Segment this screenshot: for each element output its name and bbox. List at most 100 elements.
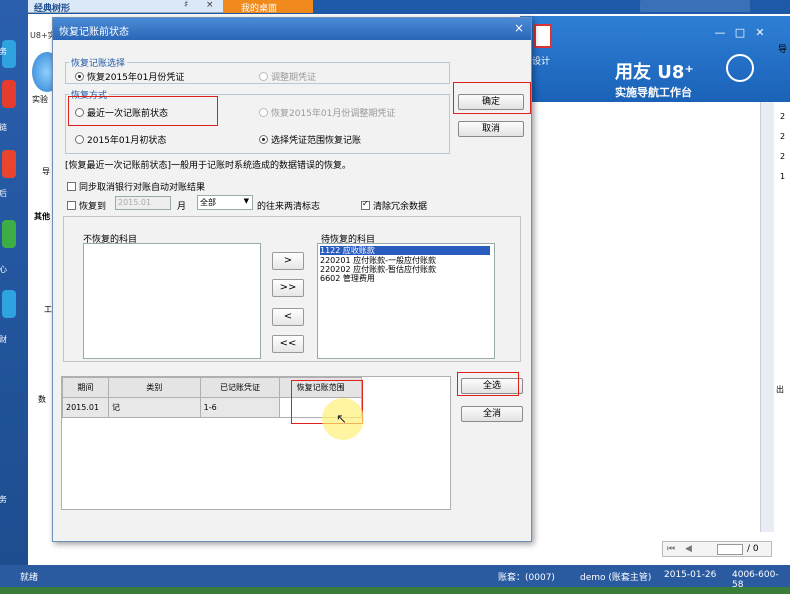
restore-scope-select[interactable]: 全部 ▼ xyxy=(197,195,253,210)
brand-subtitle: 实施导航工作台 xyxy=(615,86,692,99)
radio-voucher-range[interactable]: 选择凭证范围恢复记账 xyxy=(259,133,361,146)
col-period[interactable]: 期间 xyxy=(62,377,109,398)
right-scrollbar[interactable] xyxy=(760,102,774,532)
left-char: 心 xyxy=(0,265,7,274)
status-ready: 就绪 xyxy=(20,573,39,583)
design-label: 设计 xyxy=(532,57,551,67)
pending-subjects-list[interactable]: 1122 应收账款 220201 应付账款-一般应付账款 220202 应付账款… xyxy=(317,243,495,359)
cancel-button[interactable]: 取消 xyxy=(458,121,524,137)
left-char: 后 xyxy=(0,189,7,198)
pager: ⏮ ◀ / 0 xyxy=(662,541,772,557)
col-posted[interactable]: 已记账凭证 xyxy=(199,377,281,398)
move-all-left-button[interactable]: << xyxy=(272,335,304,353)
status-bar: 就绪 账套：(0007) demo (账套主管) 2015-01-26 4006… xyxy=(0,565,790,590)
radio-label: 恢复2015年01月份调整期凭证 xyxy=(271,109,396,119)
list-item[interactable]: 6602 管理费用 xyxy=(320,274,375,283)
highlight-box-ok xyxy=(453,82,531,114)
left-char: 务 xyxy=(0,495,7,504)
cell-period: 2015.01 xyxy=(62,397,109,418)
page-input[interactable] xyxy=(717,544,743,555)
design-icon xyxy=(534,24,552,48)
excluded-subjects-list[interactable] xyxy=(83,243,261,359)
restore-dialog: 恢复记账前状态 × 恢复记账选择 恢复2015年01月份凭证 调整期凭证 恢复方… xyxy=(52,17,532,542)
checkbox-label: 清除冗余数据 xyxy=(373,202,428,212)
first-page-icon[interactable]: ⏮ xyxy=(667,544,675,554)
experiment-label: 实验 xyxy=(32,95,48,104)
chk-restore-to[interactable]: 恢复到 xyxy=(67,199,106,212)
cell-posted: 1-6 xyxy=(199,397,281,418)
brand-title: 用友 U8⁺ xyxy=(615,62,694,83)
left-char: 务 xyxy=(0,47,7,56)
status-account: 账套：(0007) xyxy=(498,573,555,583)
tree-tab-label: 经典树形 xyxy=(34,4,71,14)
list-item[interactable]: 220202 应付账款-暂估应付账款 xyxy=(320,265,436,274)
right-char: 出 xyxy=(776,385,784,394)
move-one-left-button[interactable]: < xyxy=(272,308,304,326)
dialog-title-bar: 恢复记账前状态 xyxy=(53,18,531,40)
restore-suffix: 的往来两清标志 xyxy=(257,202,321,212)
desktop-tab-label: 我的桌面 xyxy=(241,4,278,14)
radio-dot xyxy=(259,135,268,144)
right-char: 2 xyxy=(780,152,786,161)
radio-month-start[interactable]: 2015年01月初状态 xyxy=(75,133,166,146)
left-nav-panel: 务 链 后 心 财 务 xyxy=(0,0,28,565)
chk-sync-bank[interactable]: 同步取消银行对账自动对账结果 xyxy=(67,180,205,193)
maximize-icon[interactable]: □ xyxy=(730,26,750,40)
chevron-down-icon: ▼ xyxy=(243,197,249,205)
radio-label: 2015年01月初状态 xyxy=(87,136,167,146)
month-unit: 月 xyxy=(177,202,187,212)
app-icon-4[interactable] xyxy=(2,220,16,248)
radio-dot xyxy=(75,135,84,144)
radio-label: 选择凭证范围恢复记账 xyxy=(271,136,362,146)
checkbox-label: 恢复到 xyxy=(79,202,107,212)
desktop-tab[interactable]: 我的桌面 xyxy=(223,0,313,14)
tree-tab[interactable]: 经典树形 ♯ × xyxy=(28,0,223,14)
radio-adjust-voucher[interactable]: 恢复2015年01月份调整期凭证 xyxy=(259,106,395,119)
list-item[interactable]: 220201 应付账款-一般应付账款 xyxy=(320,256,436,265)
move-one-right-button[interactable]: > xyxy=(272,252,304,270)
minimize-icon[interactable]: — xyxy=(710,26,730,40)
status-user: demo (账套主管) xyxy=(580,573,652,583)
radio-restore-period[interactable]: 恢复2015年01月份凭证 xyxy=(75,70,184,83)
radio-dot xyxy=(75,72,84,81)
tool-icon xyxy=(726,54,754,82)
pin-icon[interactable]: ♯ xyxy=(184,0,188,10)
right-char: 1 xyxy=(780,172,786,181)
restore-scope-value: 全部 xyxy=(200,198,216,207)
highlight-box-select-all xyxy=(457,372,519,396)
app-icon-3[interactable] xyxy=(2,150,16,178)
deselect-all-button[interactable]: 全消 xyxy=(461,406,523,422)
right-char: 2 xyxy=(780,132,786,141)
side-label: 其他 xyxy=(34,212,50,221)
app-icon-5[interactable] xyxy=(2,290,16,318)
app-icon-2[interactable] xyxy=(2,80,16,108)
radio-adjust-period[interactable]: 调整期凭证 xyxy=(259,70,316,83)
checkbox-box xyxy=(361,199,370,210)
prev-page-icon[interactable]: ◀ xyxy=(685,544,692,554)
page-total: / 0 xyxy=(747,544,759,554)
col-type[interactable]: 类别 xyxy=(107,377,201,398)
radio-label: 恢复2015年01月份凭证 xyxy=(87,73,185,83)
dialog-close-icon[interactable]: × xyxy=(511,21,527,37)
search-box[interactable] xyxy=(640,0,750,12)
side-label: 导 xyxy=(42,167,50,176)
restore-month-input[interactable]: 2015.01 xyxy=(115,196,171,210)
radio-dot xyxy=(259,72,268,81)
checkbox-box xyxy=(67,182,76,191)
tab-close-icon[interactable]: × xyxy=(206,0,214,10)
left-char: 财 xyxy=(0,335,7,344)
side-label: 工 xyxy=(44,305,52,314)
left-char: 链 xyxy=(0,123,7,132)
move-all-right-button[interactable]: >> xyxy=(272,279,304,297)
right-char: 导 xyxy=(778,45,788,55)
chk-clear-redundant[interactable]: 清除冗余数据 xyxy=(361,199,427,212)
checkbox-label: 同步取消银行对账自动对账结果 xyxy=(79,183,206,193)
cell-type: 记 xyxy=(107,397,201,418)
taskbar-strip xyxy=(0,587,790,594)
close-icon[interactable]: ✕ xyxy=(750,26,770,40)
list-item[interactable]: 1122 应收账款 xyxy=(320,246,490,255)
hint-text: [恢复最近一次记账前状态]一般用于记账时系统造成的数据错误的恢复。 xyxy=(65,161,352,171)
highlight-box-method xyxy=(68,96,218,126)
radio-label: 调整期凭证 xyxy=(271,73,317,83)
side-label: 数 xyxy=(38,395,46,404)
